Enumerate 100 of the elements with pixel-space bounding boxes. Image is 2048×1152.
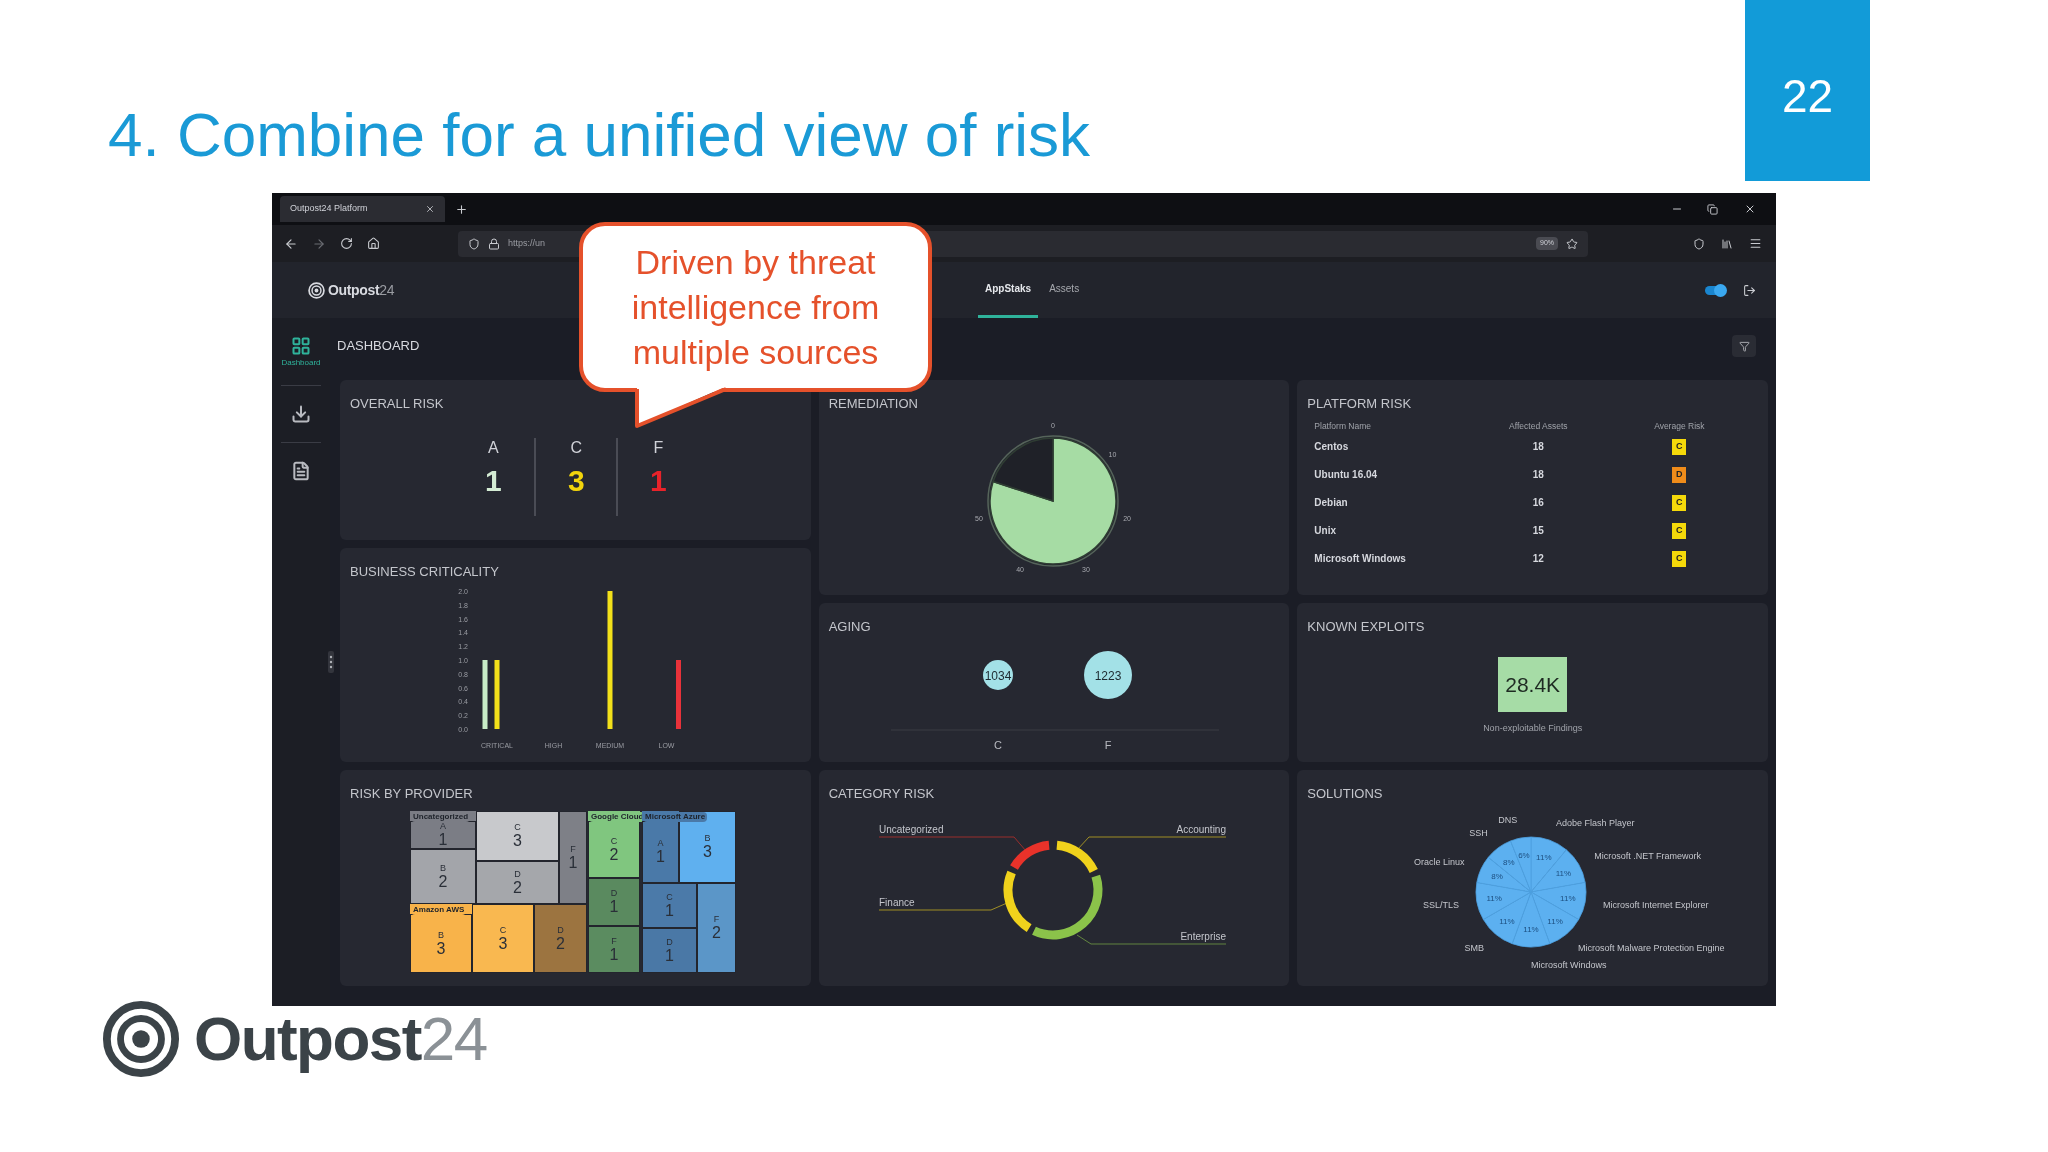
column-header: Platform Name — [1314, 420, 1372, 433]
bubble-value: 1223 — [1094, 669, 1121, 683]
cell-count: 1 — [568, 854, 578, 871]
close-icon[interactable] — [1744, 203, 1756, 215]
slice-label: SSH — [1469, 828, 1489, 839]
nav-tab[interactable]: Assets — [1042, 262, 1087, 318]
risk-grade-badge: D — [1672, 466, 1687, 483]
grade-count: 3 — [568, 466, 585, 496]
panel-title: PLATFORM RISK — [1307, 396, 1412, 411]
logo-icon — [308, 281, 325, 299]
cell-grade: D — [610, 889, 618, 898]
restore-icon[interactable] — [1707, 203, 1718, 215]
panel-title: OVERALL RISK — [350, 396, 444, 411]
grade-count: 1 — [650, 466, 667, 496]
cell-count: 1 — [438, 832, 448, 848]
logout-icon[interactable] — [1743, 283, 1756, 297]
slice-label: SSL/TLS — [1423, 899, 1460, 910]
slice-percent: 11% — [1547, 916, 1564, 926]
table-cell-text: Unix — [1314, 524, 1337, 539]
slice-percent: 11% — [1486, 894, 1503, 904]
nav-tab[interactable]: AppStaks — [978, 262, 1039, 318]
panel-title: AGING — [828, 619, 871, 634]
panel-title: KNOWN EXPLOITS — [1307, 619, 1425, 634]
page-title: DASHBOARD — [337, 337, 420, 356]
cell-grade: D — [514, 869, 521, 879]
cell-grade: C — [514, 823, 521, 832]
back-icon[interactable] — [284, 236, 298, 251]
panel-title: SOLUTIONS — [1307, 786, 1383, 801]
cell-grade: B — [440, 863, 446, 873]
table-cell-text: 12 — [1532, 552, 1544, 567]
download-icon — [291, 404, 311, 424]
forward-icon[interactable] — [312, 236, 326, 251]
cell-count: 1 — [665, 947, 674, 964]
app-logo-text: Outpost24 — [328, 280, 395, 300]
toggle-switch[interactable] — [1705, 285, 1725, 295]
cell-count: 1 — [665, 902, 674, 919]
column-header: Average Risk — [1654, 420, 1705, 433]
sidebar-item[interactable]: Dashboard — [279, 332, 323, 371]
table-cell-text: Debian — [1314, 496, 1349, 511]
menu-icon[interactable] — [1749, 237, 1762, 250]
cell-count: 1 — [609, 946, 619, 963]
cell-grade: B — [704, 834, 711, 843]
shield-icon[interactable] — [1693, 237, 1705, 250]
segment-label: Uncategorized — [878, 824, 944, 835]
table-cell-text: 18 — [1532, 468, 1544, 483]
findings-count: 28.4K — [1498, 657, 1568, 712]
cell-count: 2 — [513, 879, 522, 896]
reload-icon[interactable] — [340, 237, 353, 250]
slice-label: Adobe Flash Player — [1556, 818, 1635, 829]
table-cell-text: Microsoft Windows — [1314, 552, 1407, 567]
library-icon[interactable] — [1721, 237, 1733, 250]
panel-title: BUSINESS CRITICALITY — [350, 564, 499, 579]
slice-percent: 11% — [1556, 869, 1572, 879]
report-icon — [291, 461, 311, 481]
slice-percent: 11% — [1536, 852, 1552, 862]
grade-count: 1 — [485, 466, 502, 496]
risk-grade-badge: C — [1672, 550, 1687, 567]
cell-grade: A — [657, 839, 664, 848]
table-cell-text: 18 — [1532, 440, 1544, 455]
grade-letter: C — [570, 440, 583, 456]
segment-label: Finance — [878, 897, 915, 908]
cell-count: 1 — [609, 899, 619, 915]
cell-grade: F — [570, 844, 576, 854]
cell-count: 3 — [513, 833, 522, 849]
cell-count: 2 — [712, 925, 721, 941]
table-cell-text: Ubuntu 16.04 — [1314, 468, 1379, 483]
cell-grade: B — [438, 930, 444, 940]
panel-title: CATEGORY RISK — [828, 786, 935, 801]
grade-letter: A — [488, 440, 499, 456]
segment-label: Accounting — [1176, 824, 1226, 835]
home-icon[interactable] — [367, 237, 380, 250]
close-icon[interactable] — [425, 204, 435, 214]
cell-count: 3 — [498, 935, 508, 952]
risk-grade-badge: C — [1672, 494, 1687, 511]
filter-button[interactable] — [1732, 335, 1756, 357]
slice-percent: 8% — [1503, 857, 1515, 867]
grade-letter: F — [653, 440, 664, 456]
shield-icon — [468, 237, 480, 250]
slice-percent: 6% — [1518, 851, 1531, 861]
cell-count: 3 — [436, 940, 446, 957]
star-icon[interactable] — [1566, 237, 1578, 250]
table-cell-text: 15 — [1532, 524, 1544, 539]
slice-percent: 11% — [1499, 916, 1515, 926]
browser-tab[interactable]: Outpost24 Platform — [280, 196, 445, 222]
slice-label: Microsoft Malware Protection Engine — [1578, 942, 1725, 953]
cell-grade: C — [666, 892, 673, 902]
group-label: Amazon AWS — [411, 905, 467, 915]
cell-grade: F — [611, 936, 617, 946]
dashboard-icon — [291, 336, 311, 356]
table-cell-text: 16 — [1532, 496, 1544, 511]
slice-label: Microsoft Internet Explorer — [1603, 899, 1709, 910]
grip-handle-icon[interactable] — [328, 651, 334, 673]
new-tab-icon[interactable] — [455, 202, 468, 216]
cell-count: 1 — [656, 849, 665, 865]
page-number: 22 — [1781, 69, 1834, 124]
slice-percent: 11% — [1560, 894, 1576, 904]
findings-caption: Non-exploitable Findings — [1483, 722, 1583, 735]
lock-icon — [488, 237, 500, 250]
cell-count: 2 — [438, 873, 448, 890]
cell-grade: F — [713, 915, 720, 924]
